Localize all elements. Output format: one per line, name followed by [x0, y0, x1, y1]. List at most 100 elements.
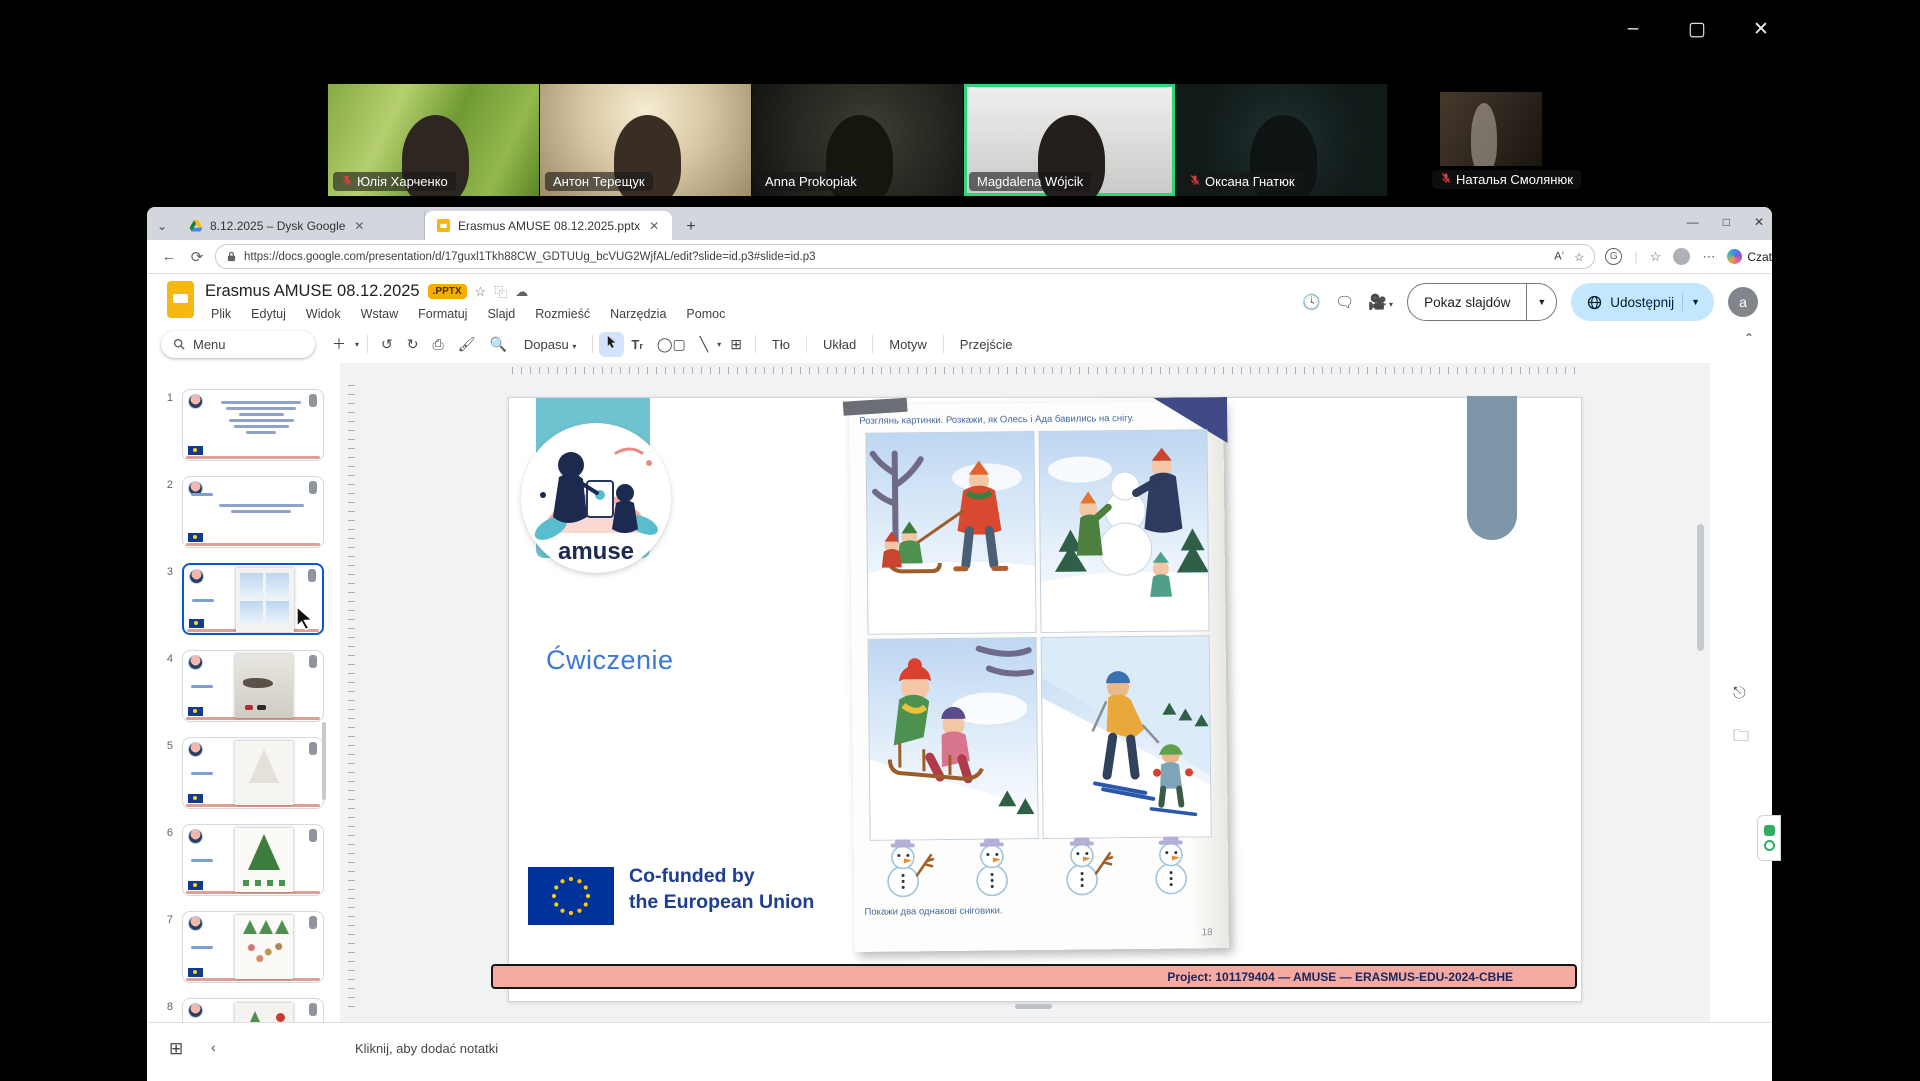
- fit-zoom-select[interactable]: Dopasu ▾: [514, 337, 586, 352]
- browser-toolbar: ← ⟳ https://docs.google.com/presentation…: [147, 240, 1772, 274]
- thumb-eu-flag: [188, 707, 203, 716]
- slides-app-icon[interactable]: [167, 281, 194, 318]
- folder-icon[interactable]: 🗀: [1733, 725, 1749, 752]
- back-icon[interactable]: ←: [155, 248, 183, 265]
- video-tile[interactable]: Антон Терещук: [540, 84, 752, 196]
- print-icon[interactable]: ⎙: [425, 336, 450, 353]
- slide-thumbnail-6[interactable]: [182, 824, 324, 896]
- document-title[interactable]: Erasmus AMUSE 08.12.2025: [205, 282, 420, 301]
- line-tool-caret[interactable]: ▾: [715, 340, 723, 349]
- grid-view-icon[interactable]: ⊞: [169, 1039, 183, 1059]
- menu-pomoc[interactable]: Pomoc: [678, 305, 733, 323]
- snowman-outline: [1049, 837, 1122, 901]
- textbox-tool[interactable]: Tr: [624, 337, 649, 352]
- meet-camera-icon[interactable]: 🎥 ▾: [1368, 293, 1393, 311]
- copilot-chat-button[interactable]: Czat: [1727, 249, 1772, 264]
- notes-placeholder[interactable]: Kliknij, aby dodać notatki: [355, 1041, 498, 1056]
- present-button[interactable]: Pokaz slajdów ▼: [1407, 283, 1557, 321]
- lock-icon: [226, 251, 237, 263]
- browser-tab[interactable]: 8.12.2025 – Dysk Google✕: [177, 212, 425, 240]
- move-folder-icon[interactable]: ⿻: [494, 282, 507, 301]
- toolbar-collapse-icon[interactable]: ⌃: [1744, 331, 1754, 345]
- video-tile-extra: [1440, 92, 1542, 166]
- tab-close-icon[interactable]: ✕: [352, 219, 366, 233]
- shapes-tool[interactable]: ◯▢: [650, 336, 693, 353]
- search-icon: [173, 338, 185, 350]
- panel-sledding-downhill: [868, 637, 1039, 841]
- menu-narzdzia[interactable]: Narzędzia: [602, 305, 674, 323]
- share-button[interactable]: Udostępnij ▼: [1571, 283, 1714, 321]
- paint-format-icon[interactable]: 🖌: [451, 336, 483, 353]
- filmstrip-toggle-icon[interactable]: ‹: [211, 1039, 216, 1055]
- comments-icon[interactable]: 🗨: [1335, 293, 1354, 311]
- slide-thumbnail-4[interactable]: [182, 650, 324, 722]
- video-tile[interactable]: Юлія Харченко: [328, 84, 540, 196]
- share-dropdown-icon[interactable]: ▼: [1682, 293, 1708, 311]
- collections-icon[interactable]: ☆: [1650, 249, 1662, 265]
- toolbar-motyw-button[interactable]: Motyw: [879, 337, 937, 352]
- share-screen-icon[interactable]: ⎋: [1733, 685, 1746, 703]
- reader-mode-icon[interactable]: A›: [1554, 250, 1564, 263]
- new-slide-icon[interactable]: ＋: [325, 334, 353, 354]
- extension-widget[interactable]: [1757, 815, 1781, 861]
- notes-resize-handle[interactable]: [1015, 1004, 1052, 1009]
- amuse-logo-word: amuse: [558, 538, 634, 565]
- slide-thumbnail-2[interactable]: [182, 476, 324, 548]
- menu-wstaw[interactable]: Wstaw: [353, 305, 407, 323]
- video-tile[interactable]: Оксана Гнатюк: [1176, 84, 1388, 196]
- current-slide[interactable]: amuse Ćwiczenie Co-funded by the Europea…: [508, 397, 1582, 1002]
- zoom-icon[interactable]: 🔍: [482, 336, 513, 353]
- star-icon[interactable]: ☆: [475, 284, 487, 300]
- slide-thumbnail-7[interactable]: [182, 911, 324, 983]
- video-tile[interactable]: [1440, 92, 1542, 166]
- undo-icon[interactable]: ↺: [374, 336, 400, 353]
- extension-g-icon[interactable]: G: [1605, 248, 1622, 265]
- slide-thumbnail-1[interactable]: [182, 389, 324, 461]
- settings-more-icon[interactable]: ⋯: [1702, 249, 1715, 265]
- menu-slajd[interactable]: Slajd: [479, 305, 523, 323]
- reload-icon[interactable]: ⟳: [183, 248, 211, 266]
- profile-avatar-icon[interactable]: [1673, 248, 1690, 265]
- menu-bar: PlikEdytujWidokWstawFormatujSlajdRozmieś…: [203, 305, 733, 323]
- present-dropdown-icon[interactable]: ▼: [1527, 297, 1556, 307]
- video-tile[interactable]: Magdalena Wójcik: [964, 84, 1176, 196]
- menu-edytuj[interactable]: Edytuj: [243, 305, 294, 323]
- tab-close-icon[interactable]: ✕: [647, 219, 661, 233]
- account-avatar[interactable]: a: [1728, 287, 1758, 317]
- filmstrip-scrollbar[interactable]: [322, 722, 326, 800]
- video-tile[interactable]: Anna Prokopiak: [752, 84, 964, 196]
- insert-image-icon[interactable]: ⊞: [723, 336, 749, 353]
- slide-thumbnail-8[interactable]: [182, 998, 324, 1022]
- canvas-scrollbar[interactable]: [1697, 524, 1704, 651]
- cloud-status-icon[interactable]: ☁: [515, 284, 528, 300]
- thumb-audio-icon: [309, 916, 317, 929]
- menu-formatuj[interactable]: Formatuj: [410, 305, 475, 323]
- browser-tab-active[interactable]: Erasmus AMUSE 08.12.2025.pptx✕: [425, 211, 672, 240]
- mic-muted-icon: [1189, 174, 1201, 189]
- history-icon[interactable]: 🕓: [1302, 293, 1321, 311]
- slide-thumbnail-5[interactable]: [182, 737, 324, 809]
- browser-maximize-icon[interactable]: □: [1723, 215, 1730, 229]
- menu-widok[interactable]: Widok: [298, 305, 349, 323]
- address-bar[interactable]: https://docs.google.com/presentation/d/1…: [215, 244, 1595, 269]
- browser-minimize-icon[interactable]: —: [1687, 215, 1699, 229]
- redo-icon[interactable]: ↻: [400, 336, 426, 353]
- bookmark-star-icon[interactable]: ☆: [1574, 250, 1584, 264]
- menu-plik[interactable]: Plik: [203, 305, 239, 323]
- zoom-minimize-icon[interactable]: –: [1614, 10, 1652, 48]
- select-tool[interactable]: [599, 332, 624, 357]
- book-page-photo[interactable]: Розглянь картинки. Розкажи, як Олесь і А…: [849, 401, 1229, 952]
- new-tab-button[interactable]: +: [678, 214, 704, 240]
- toolbar-ukad-button[interactable]: Układ: [813, 337, 866, 352]
- toolbar-to-button[interactable]: Tło: [762, 337, 800, 352]
- line-tool[interactable]: ╲: [693, 336, 715, 353]
- toolbar-przejcie-button[interactable]: Przejście: [950, 337, 1023, 352]
- menu-rozmie[interactable]: Rozmieść: [527, 305, 598, 323]
- exercise-title[interactable]: Ćwiczenie: [546, 645, 674, 676]
- zoom-maximize-icon[interactable]: ▢: [1678, 10, 1716, 48]
- new-slide-caret[interactable]: ▾: [353, 340, 361, 349]
- browser-close-icon[interactable]: ✕: [1754, 215, 1764, 229]
- toolbar-search[interactable]: Menu: [161, 331, 315, 358]
- zoom-close-icon[interactable]: ✕: [1742, 10, 1780, 48]
- tab-search-icon[interactable]: ⌄: [147, 212, 177, 240]
